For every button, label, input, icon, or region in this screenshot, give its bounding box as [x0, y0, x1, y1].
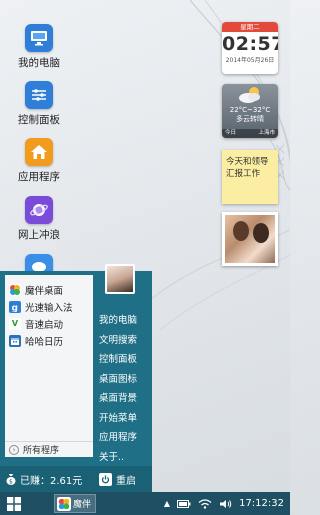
desktop-icon-web-surfing[interactable]: 网上冲浪	[8, 196, 70, 242]
menu-app-quick-launch[interactable]: V 音速启动	[5, 315, 93, 332]
battery-icon[interactable]	[177, 499, 191, 508]
planet-icon	[25, 196, 53, 224]
user-avatar[interactable]	[105, 264, 135, 294]
svg-text:g: g	[12, 303, 18, 312]
menu-app-label: 音速启动	[25, 319, 64, 331]
shortcut-applications[interactable]: 应用程序	[99, 428, 151, 448]
menu-app-label: 哈哈日历	[25, 336, 64, 348]
desktop-icon-label: 我的电脑	[18, 57, 60, 69]
taskbar-item-magic-desktop[interactable]: 魔伴	[54, 494, 96, 513]
start-menu-app-list: 魔伴桌面 g 光速输入法 V 音速启动 哈哈日历 › 所有程序	[5, 275, 93, 457]
start-menu: 魔伴桌面 g 光速输入法 V 音速启动 哈哈日历 › 所有程序 我的电脑 文明搜…	[0, 264, 152, 492]
magic-desktop-icon	[57, 496, 71, 511]
menu-app-label: 魔伴桌面	[25, 285, 64, 297]
weather-day: 今日	[225, 130, 237, 136]
coin-bag-icon: $	[6, 473, 16, 485]
start-menu-footer: $ 已赚：2.61元 重启	[0, 466, 152, 492]
shortcut-about[interactable]: 关于..	[99, 448, 151, 468]
shortcut-desktop-icons[interactable]: 桌面图标	[99, 370, 151, 390]
taskbar-item-label: 魔伴	[73, 500, 92, 510]
earnings-label: 已赚：2.61元	[20, 475, 83, 487]
volume-icon[interactable]	[219, 499, 232, 509]
arrow-right-icon: ›	[9, 444, 19, 455]
menu-app-input-method[interactable]: g 光速输入法	[5, 298, 93, 315]
weather-city: 上海市	[258, 130, 275, 136]
weather-widget[interactable]: 22°C~32°C 多云转晴 今日 上海市	[222, 84, 278, 138]
quick-launch-icon: V	[9, 317, 21, 330]
clock-date: 2014年05月26日	[225, 57, 275, 64]
weather-temperature: 22°C~32°C	[229, 106, 271, 114]
cloud-sun-icon	[222, 84, 278, 106]
taskbar-clock[interactable]: 17:12:32	[239, 498, 284, 509]
menu-app-magic-desktop[interactable]: 魔伴桌面	[5, 281, 93, 298]
desktop-icon-label: 网上冲浪	[18, 229, 60, 241]
windows-logo-icon	[7, 496, 21, 511]
desktop-icon-applications[interactable]: 应用程序	[8, 138, 70, 184]
tray-expand-icon[interactable]: ▲	[164, 499, 170, 508]
shortcut-control-panel[interactable]: 控制面板	[99, 350, 151, 370]
clock-time: 02:57	[222, 33, 278, 55]
restart-label: 重启	[116, 475, 136, 487]
system-tray: ▲ 17:12:32	[164, 492, 290, 515]
start-menu-shortcuts: 我的电脑 文明搜索 控制面板 桌面图标 桌面背景 开始菜单 应用程序 关于..	[99, 311, 151, 467]
weather-description: 多云转晴	[236, 115, 264, 123]
sticky-note-text: 今天和领导汇报工作	[226, 157, 269, 179]
shortcut-search[interactable]: 文明搜索	[99, 331, 151, 351]
calendar-icon	[9, 334, 21, 347]
wifi-icon[interactable]	[198, 498, 212, 509]
input-method-icon: g	[9, 300, 21, 313]
shortcut-my-computer[interactable]: 我的电脑	[99, 311, 151, 331]
desktop-icon-label: 控制面板	[18, 114, 60, 126]
start-button[interactable]	[0, 492, 28, 515]
home-icon	[25, 138, 53, 166]
earnings-display[interactable]: $ 已赚：2.61元	[0, 472, 96, 487]
photo-image	[225, 215, 275, 263]
desktop-icon-label: 应用程序	[18, 171, 60, 183]
magic-desktop-icon	[9, 283, 21, 296]
all-programs-label: 所有程序	[23, 446, 60, 456]
clock-weekday: 星期二	[222, 22, 278, 32]
shortcut-desktop-background[interactable]: 桌面背景	[99, 389, 151, 409]
desktop-icon-my-computer[interactable]: 我的电脑	[8, 24, 70, 70]
taskbar: 魔伴 ▲ 17:12:32	[0, 492, 290, 515]
power-icon	[99, 472, 112, 486]
sliders-icon	[25, 81, 53, 109]
menu-app-calendar[interactable]: 哈哈日历	[5, 332, 93, 349]
desktop-icon-control-panel[interactable]: 控制面板	[8, 81, 70, 127]
monitor-icon	[25, 24, 53, 52]
menu-app-label: 光速输入法	[25, 302, 73, 314]
sticky-note-widget[interactable]: 今天和领导汇报工作	[222, 150, 278, 204]
restart-button[interactable]: 重启	[96, 472, 136, 487]
all-programs-button[interactable]: › 所有程序	[5, 441, 93, 457]
shortcut-start-menu[interactable]: 开始菜单	[99, 409, 151, 429]
weather-footer: 今日 上海市	[222, 129, 278, 138]
clock-widget[interactable]: 星期二 02:57 2014年05月26日	[222, 22, 278, 74]
svg-text:$: $	[9, 479, 13, 486]
photo-frame-widget[interactable]	[222, 212, 278, 266]
